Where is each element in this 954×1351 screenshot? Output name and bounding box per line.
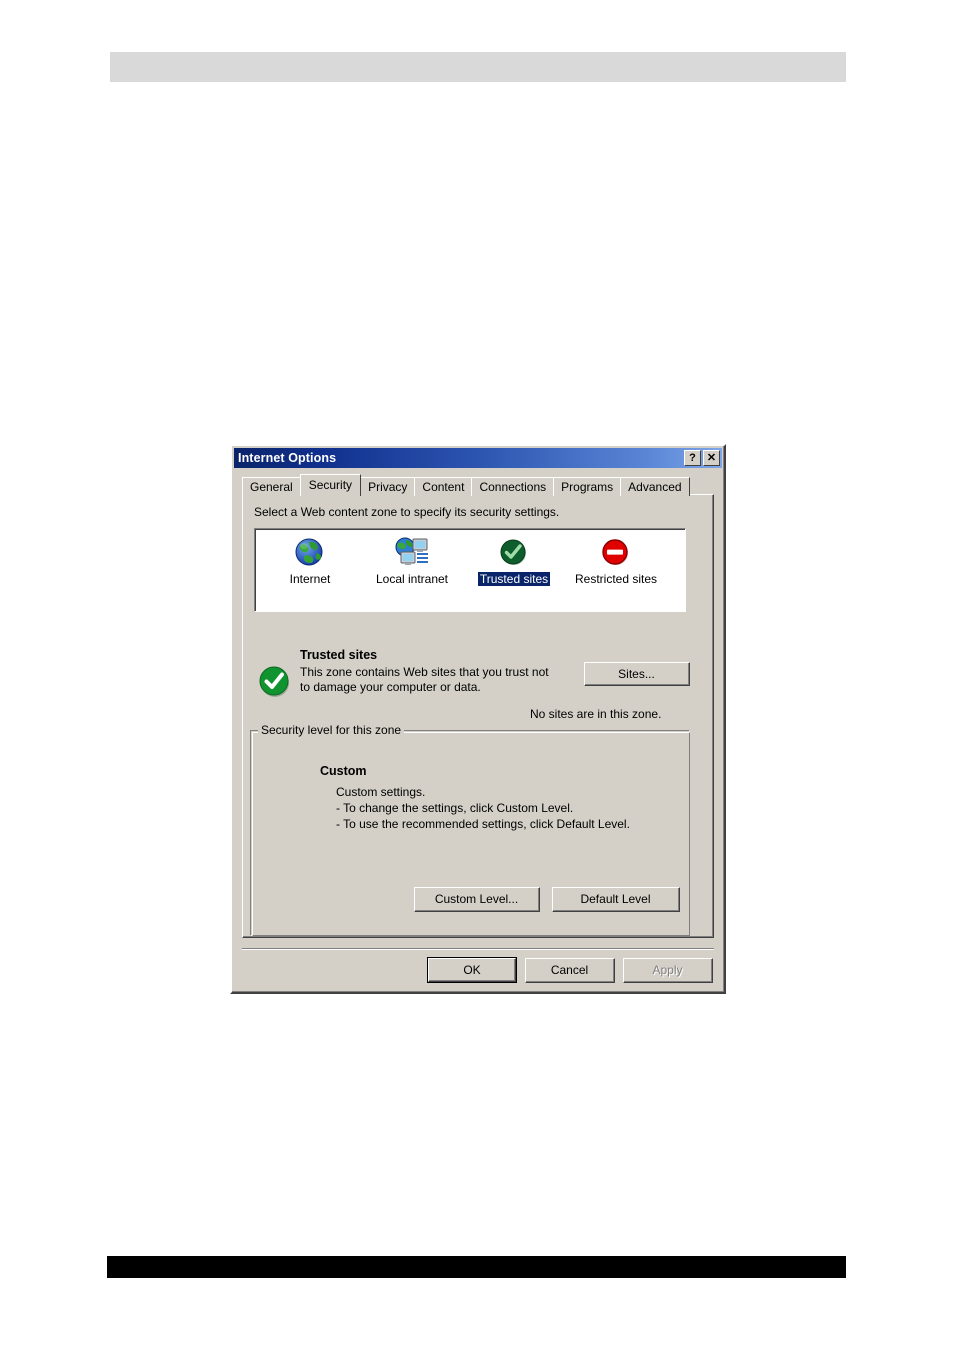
red-prohibition-icon bbox=[569, 535, 663, 569]
default-level-button-label: Default Level bbox=[553, 888, 679, 911]
tab-privacy-label: Privacy bbox=[368, 480, 408, 494]
zone-item-restricted-sites[interactable]: Restricted sites bbox=[569, 535, 663, 586]
security-level-line-2: - To change the settings, click Custom L… bbox=[336, 801, 574, 815]
dialog-title: Internet Options bbox=[238, 451, 337, 465]
tab-security[interactable]: Security bbox=[299, 474, 362, 496]
ok-button[interactable]: OK bbox=[427, 957, 517, 983]
sites-status-text: No sites are in this zone. bbox=[530, 707, 662, 721]
selected-zone-title: Trusted sites bbox=[300, 648, 378, 662]
security-level-line-3: - To use the recommended settings, click… bbox=[336, 817, 630, 831]
ok-button-label: OK bbox=[428, 958, 516, 982]
security-level-name: Custom bbox=[320, 764, 367, 778]
custom-level-button[interactable]: Custom Level... bbox=[414, 887, 540, 912]
cancel-button-label: Cancel bbox=[526, 959, 614, 982]
footer-separator bbox=[242, 948, 714, 950]
custom-level-button-label: Custom Level... bbox=[415, 888, 539, 911]
tab-advanced-label: Advanced bbox=[628, 480, 682, 494]
close-icon[interactable]: ✕ bbox=[703, 450, 720, 466]
sites-button[interactable]: Sites... bbox=[584, 662, 690, 686]
green-check-icon bbox=[467, 535, 561, 569]
internet-options-dialog: Internet Options ? ✕ General Security Pr… bbox=[230, 444, 726, 994]
help-icon[interactable]: ? bbox=[684, 450, 701, 466]
intranet-icon bbox=[365, 535, 459, 569]
tab-general[interactable]: General bbox=[242, 477, 301, 496]
globe-icon bbox=[263, 535, 357, 569]
zone-item-trusted-sites[interactable]: Trusted sites bbox=[467, 535, 561, 586]
tab-privacy[interactable]: Privacy bbox=[360, 477, 416, 496]
cancel-button[interactable]: Cancel bbox=[525, 958, 615, 983]
security-level-line-1: Custom settings. bbox=[336, 785, 426, 799]
apply-button-label: Apply bbox=[624, 959, 712, 982]
zone-item-internet[interactable]: Internet bbox=[263, 535, 357, 586]
default-level-button[interactable]: Default Level bbox=[552, 887, 680, 912]
tab-content[interactable]: Content bbox=[414, 477, 473, 496]
dialog-titlebar[interactable]: Internet Options ? ✕ bbox=[234, 448, 722, 468]
page-header-band bbox=[110, 52, 846, 82]
page-footer-band bbox=[107, 1256, 846, 1278]
zone-listbox[interactable]: Internet Local intranet Trusted sites Re… bbox=[254, 528, 686, 612]
tab-connections-label: Connections bbox=[479, 480, 547, 494]
instruction-text: Select a Web content zone to specify its… bbox=[254, 505, 560, 519]
zone-label-internet: Internet bbox=[289, 572, 331, 586]
tab-general-label: General bbox=[250, 480, 293, 494]
security-level-description: Custom settings. - To change the setting… bbox=[336, 784, 630, 832]
tab-programs-label: Programs bbox=[561, 480, 614, 494]
tab-content-label: Content bbox=[422, 480, 465, 494]
selected-zone-icon bbox=[257, 664, 291, 698]
tab-programs[interactable]: Programs bbox=[553, 477, 622, 496]
zone-label-restricted-sites: Restricted sites bbox=[574, 572, 658, 586]
selected-zone-description: This zone contains Web sites that you tr… bbox=[300, 665, 549, 694]
tab-advanced[interactable]: Advanced bbox=[620, 477, 690, 496]
zone-items: Internet Local intranet Trusted sites Re… bbox=[255, 535, 685, 586]
zone-item-local-intranet[interactable]: Local intranet bbox=[365, 535, 459, 586]
tab-connections[interactable]: Connections bbox=[471, 477, 555, 496]
tab-security-label: Security bbox=[308, 478, 353, 492]
zone-label-trusted-sites: Trusted sites bbox=[477, 572, 551, 586]
tab-strip: General Security Privacy Content Connect… bbox=[242, 474, 714, 496]
sites-button-label: Sites... bbox=[585, 663, 689, 685]
apply-button: Apply bbox=[623, 958, 713, 983]
security-level-legend: Security level for this zone bbox=[258, 723, 405, 737]
zone-label-local-intranet: Local intranet bbox=[375, 572, 449, 586]
